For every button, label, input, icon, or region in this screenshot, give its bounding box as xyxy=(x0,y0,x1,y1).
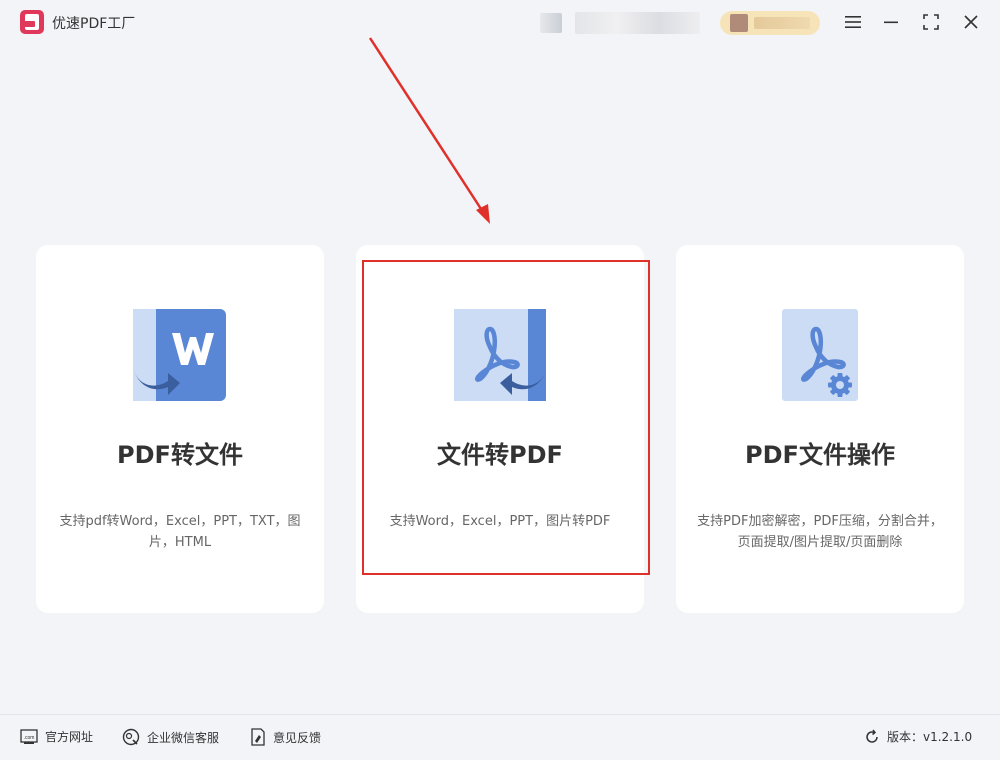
maximize-icon xyxy=(923,14,939,30)
refresh-icon xyxy=(866,729,878,743)
close-icon xyxy=(964,15,978,29)
minimize-button[interactable] xyxy=(878,9,904,35)
version-label: 版本：v1.2.1.0 xyxy=(887,730,973,744)
pdf-settings-icon xyxy=(782,309,858,401)
minimize-icon xyxy=(884,21,898,24)
card-description: 支持Word，Excel，PPT，图片转PDF xyxy=(389,514,611,529)
hamburger-icon xyxy=(845,16,861,28)
website-icon: .com xyxy=(20,728,38,744)
card-title: PDF转文件 xyxy=(117,441,243,469)
card-description: 支持pdf转Word，Excel，PPT，TXT，图片，HTML xyxy=(59,514,301,550)
blurred-username xyxy=(754,17,810,29)
feedback-link[interactable]: 意见反馈 xyxy=(250,728,321,746)
menu-button[interactable] xyxy=(840,9,866,35)
pdf-operations-card[interactable]: PDF文件操作 支持PDF加密解密，PDF压缩，分割合并，页面提取/图片提取/页… xyxy=(676,245,964,613)
blurred-info xyxy=(540,13,562,33)
blurred-info xyxy=(575,12,700,34)
website-label: 官方网址 xyxy=(45,730,94,744)
wechat-support-link[interactable]: 企业微信客服 xyxy=(122,728,219,746)
avatar xyxy=(730,14,748,32)
feedback-label: 意见反馈 xyxy=(273,730,322,745)
user-account-badge[interactable] xyxy=(720,11,820,35)
pdf-to-word-icon xyxy=(133,309,226,401)
svg-text:.com: .com xyxy=(24,735,35,741)
card-title: PDF文件操作 xyxy=(745,441,895,469)
feedback-icon xyxy=(251,728,265,746)
version-info[interactable]: 版本：v1.2.1.0 xyxy=(864,728,972,745)
file-to-pdf-icon xyxy=(454,309,546,401)
app-logo xyxy=(20,10,44,34)
maximize-button[interactable] xyxy=(918,9,944,35)
card-title: 文件转PDF xyxy=(437,441,563,469)
card-description: 支持PDF加密解密，PDF压缩，分割合并，页面提取/图片提取/页面删除 xyxy=(697,514,943,550)
file-to-pdf-card[interactable]: 文件转PDF 支持Word，Excel，PPT，图片转PDF xyxy=(356,245,644,613)
wechat-support-label: 企业微信客服 xyxy=(147,730,220,745)
wechat-support-icon xyxy=(122,728,140,746)
app-title: 优速PDF工厂 xyxy=(52,16,136,32)
website-link[interactable]: .com 官方网址 xyxy=(20,728,93,745)
footer-bar: .com 官方网址 企业微信客服 意见反馈 版本：v1.2.1.0 xyxy=(0,714,1000,760)
close-button[interactable] xyxy=(958,9,984,35)
title-bar: 优速PDF工厂 xyxy=(0,0,1000,44)
pdf-to-file-card[interactable]: PDF转文件 支持pdf转Word，Excel，PPT，TXT，图片，HTML xyxy=(36,245,324,613)
